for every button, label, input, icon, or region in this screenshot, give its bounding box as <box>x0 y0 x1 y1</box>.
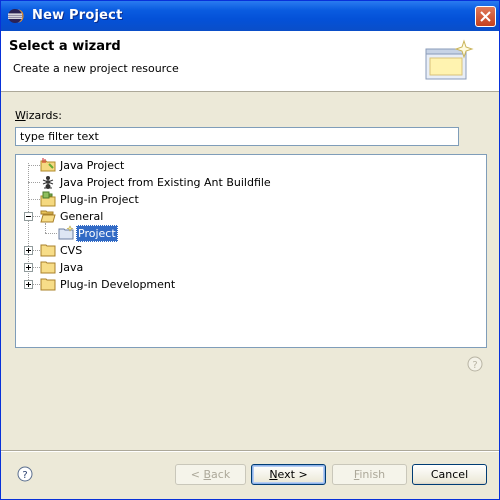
ant-icon <box>40 174 56 190</box>
tree-item-project[interactable]: Project <box>16 225 486 242</box>
java-project-icon <box>40 157 56 173</box>
banner-description: Create a new project resource <box>13 62 179 75</box>
tree-item-label: Java <box>60 261 84 274</box>
new-project-wizard-icon <box>424 37 476 85</box>
plugin-project-icon <box>40 191 56 207</box>
folder-open-icon <box>40 208 56 224</box>
tree-item-java-project[interactable]: Java Project <box>16 157 486 174</box>
expand-icon[interactable] <box>24 280 33 289</box>
project-icon <box>58 225 74 241</box>
title-bar[interactable]: New Project <box>1 1 499 31</box>
tree-item-label: Plug-in Project <box>60 193 139 206</box>
next-button[interactable]: Next > <box>251 464 326 485</box>
help-icon[interactable]: ? <box>17 466 33 482</box>
folder-icon <box>40 242 56 258</box>
tree-item-plugin-project[interactable]: Plug-in Project <box>16 191 486 208</box>
svg-text:?: ? <box>472 360 477 371</box>
eclipse-icon <box>7 8 25 24</box>
folder-icon <box>40 259 56 275</box>
svg-text:?: ? <box>22 470 27 481</box>
tree-item-label: CVS <box>60 244 83 257</box>
tree-item-label: Java Project <box>60 159 125 172</box>
wizards-label: Wizards: <box>15 109 62 122</box>
folder-icon <box>40 276 56 292</box>
tree-item-java[interactable]: Java <box>16 259 486 276</box>
window-title: New Project <box>32 8 123 23</box>
expand-icon[interactable] <box>24 263 33 272</box>
tree-item-java-project-from-ant[interactable]: Java Project from Existing Ant Buildfile <box>16 174 486 191</box>
collapse-icon[interactable] <box>24 212 33 221</box>
context-help-icon[interactable]: ? <box>467 356 483 372</box>
banner-heading: Select a wizard <box>9 39 121 54</box>
tree-item-plugin-development[interactable]: Plug-in Development <box>16 276 486 293</box>
close-icon <box>480 11 491 22</box>
new-project-dialog: New Project Select a wizard Create a new… <box>0 0 500 500</box>
tree-item-label: General <box>60 210 104 223</box>
tree-item-label: Java Project from Existing Ant Buildfile <box>60 176 271 189</box>
expand-icon[interactable] <box>24 246 33 255</box>
finish-button[interactable]: Finish <box>332 464 407 485</box>
back-button[interactable]: < Back <box>175 464 246 485</box>
button-bar-separator <box>1 450 499 452</box>
tree-item-label: Project <box>76 225 118 242</box>
close-button[interactable] <box>475 6 496 27</box>
wizard-banner: Select a wizard Create a new project res… <box>1 31 499 92</box>
tree-item-general[interactable]: General <box>16 208 486 225</box>
wizard-tree[interactable]: Java Project Java Project from Existing … <box>15 154 487 348</box>
tree-item-cvs[interactable]: CVS <box>16 242 486 259</box>
tree-item-label: Plug-in Development <box>60 278 176 291</box>
filter-input[interactable] <box>15 127 459 146</box>
cancel-button[interactable]: Cancel <box>412 464 487 485</box>
